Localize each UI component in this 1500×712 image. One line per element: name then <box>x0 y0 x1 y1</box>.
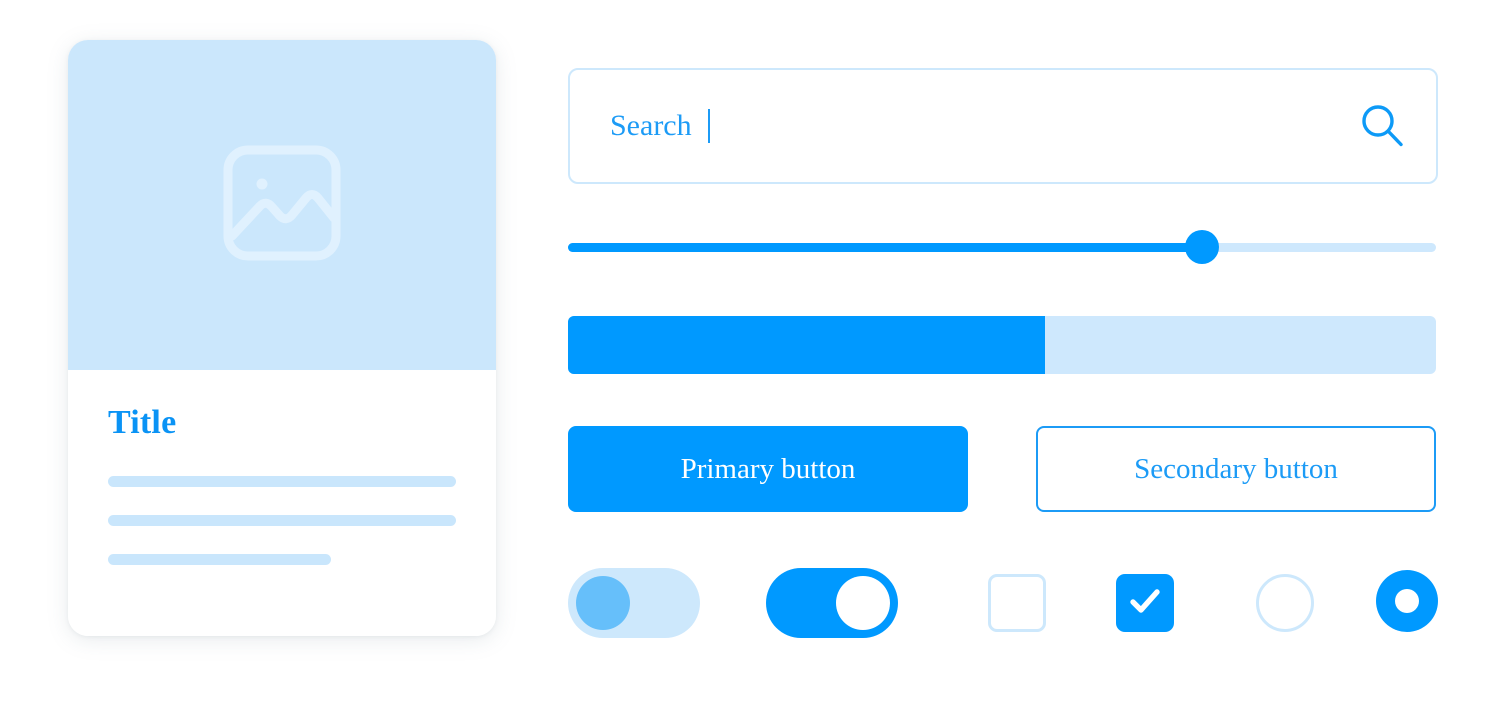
card-body: Title <box>68 370 496 636</box>
ui-kit-showcase: Title Search Primary button Secondary bu… <box>0 0 1500 712</box>
toggle-knob <box>576 576 630 630</box>
text-caret <box>707 109 710 143</box>
card-title: Title <box>108 404 177 441</box>
skeleton-line <box>108 554 331 565</box>
components-panel: Search Primary button Secondary button <box>568 0 1438 712</box>
skeleton-line <box>108 515 456 526</box>
progress-bar <box>568 316 1436 374</box>
primary-button[interactable]: Primary button <box>568 426 968 512</box>
content-card: Title <box>68 40 496 636</box>
skeleton-line <box>108 476 456 487</box>
search-field[interactable]: Search <box>568 68 1438 184</box>
checkbox-checked[interactable] <box>1116 574 1174 632</box>
radio-inner-dot <box>1395 589 1419 613</box>
button-row: Primary button Secondary button <box>568 426 1436 516</box>
slider[interactable] <box>568 228 1436 266</box>
checkbox-unchecked[interactable] <box>988 574 1046 632</box>
search-placeholder-text: Search <box>610 109 692 142</box>
radio-button-selected[interactable] <box>1376 570 1438 632</box>
progress-bar-fill <box>568 316 1046 374</box>
slider-thumb[interactable] <box>1184 230 1219 264</box>
control-row <box>568 565 1438 645</box>
search-input-area[interactable]: Search <box>610 109 1358 143</box>
toggle-switch-off[interactable] <box>568 568 700 638</box>
skeleton-text-block <box>108 476 456 565</box>
secondary-button[interactable]: Secondary button <box>1036 426 1436 512</box>
image-placeholder-icon <box>222 144 342 267</box>
card-media-area <box>68 40 496 370</box>
check-icon <box>1125 581 1165 626</box>
slider-fill <box>568 243 1202 252</box>
toggle-knob <box>836 576 890 630</box>
radio-button-unselected[interactable] <box>1256 574 1314 632</box>
toggle-switch-on[interactable] <box>766 568 898 638</box>
search-icon[interactable] <box>1358 102 1406 150</box>
